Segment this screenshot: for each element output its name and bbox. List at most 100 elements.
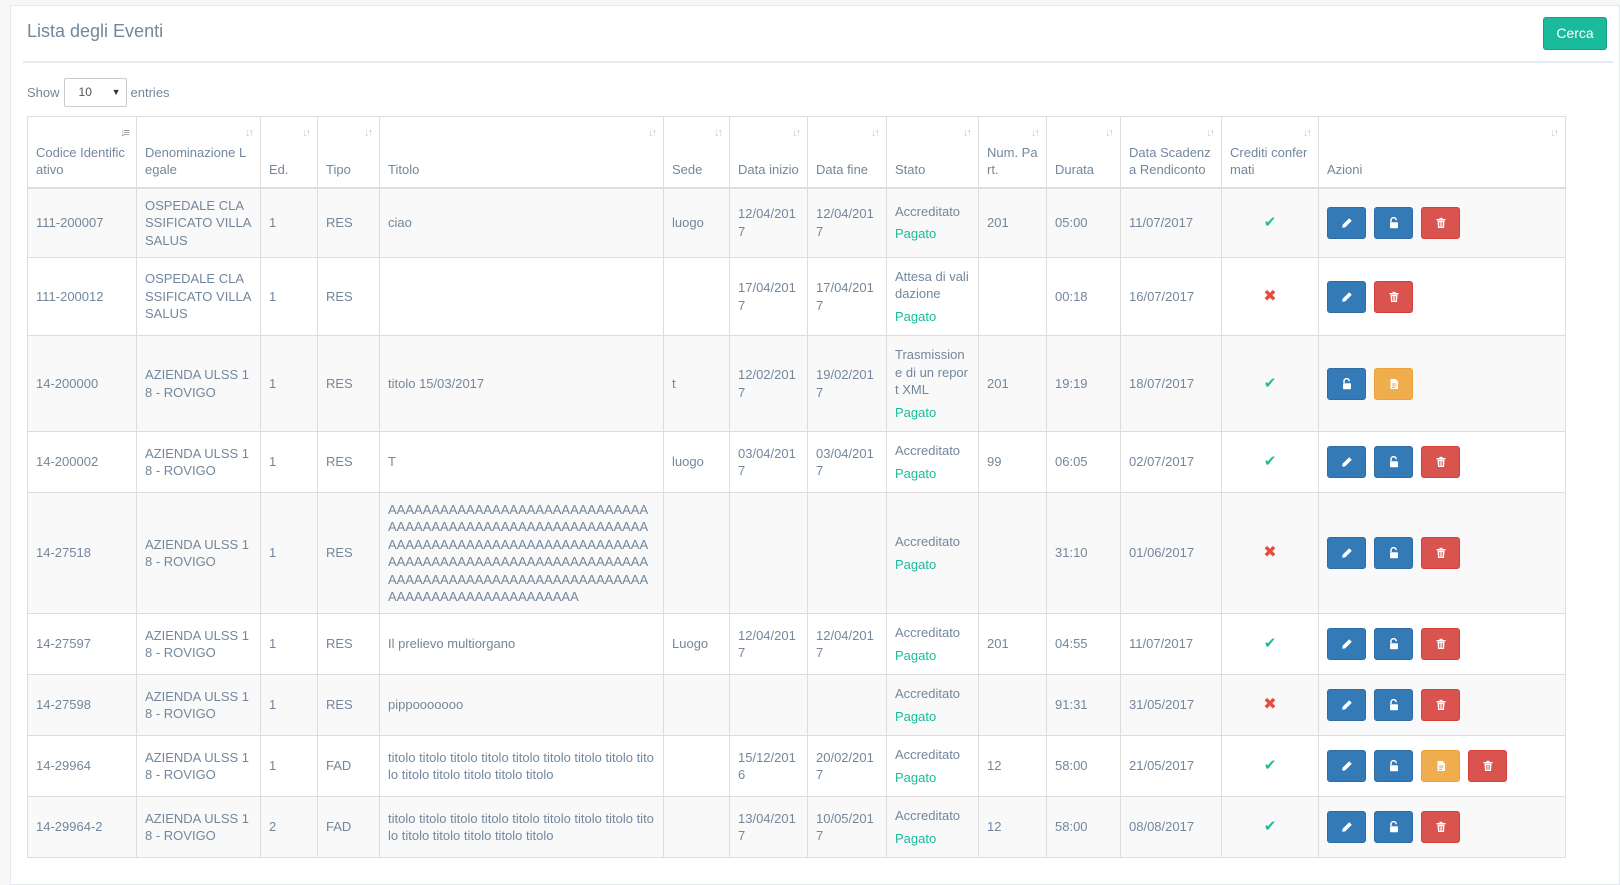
report-button[interactable] <box>1421 750 1460 782</box>
unlock-button[interactable] <box>1374 811 1413 843</box>
check-icon: ✔ <box>1263 635 1277 653</box>
cell-crediti: ✖ <box>1221 492 1319 614</box>
cell-edizione: 1 <box>260 735 318 797</box>
cell-stato: Accreditato Pagato <box>886 431 979 493</box>
cell-azioni <box>1318 257 1566 336</box>
unlock-icon <box>1388 216 1400 229</box>
unlock-icon <box>1388 821 1400 833</box>
delete-button[interactable] <box>1421 537 1460 569</box>
action-buttons <box>1327 811 1557 843</box>
cell-edizione: 1 <box>260 492 318 614</box>
check-icon: ✔ <box>1263 818 1277 836</box>
cell-stato: Attesa di validazione Pagato <box>886 257 979 336</box>
edit-button[interactable] <box>1327 750 1366 782</box>
edit-button[interactable] <box>1327 446 1366 478</box>
cell-sede <box>663 796 730 858</box>
cell-durata: 06:05 <box>1046 431 1121 493</box>
unlock-button[interactable] <box>1374 206 1413 239</box>
action-buttons <box>1327 206 1557 239</box>
column-header[interactable]: Azioni ↓↑ <box>1318 116 1566 189</box>
cell-stato: Accreditato Pagato <box>886 674 979 736</box>
table-row: 14-27518 AZIENDA ULSS 18 - ROVIGO 1 RES AAAA… <box>27 492 1566 614</box>
column-header[interactable]: Data inizio ↓↑ <box>729 116 808 189</box>
unlock-button[interactable] <box>1374 537 1413 569</box>
column-header[interactable]: Data Scadenza Rendiconto ↓↑ <box>1120 116 1222 189</box>
status-text: Accreditato <box>895 443 961 458</box>
unlock-button[interactable] <box>1374 750 1413 782</box>
cell-num-part <box>978 257 1047 336</box>
column-header-label: Crediti confermati <box>1230 144 1308 178</box>
search-button[interactable]: Cerca <box>1543 17 1607 50</box>
unlock-button[interactable] <box>1374 628 1413 660</box>
cell-data-fine: 19/02/2017 <box>807 335 887 432</box>
cell-num-part: 201 <box>978 335 1047 432</box>
entries-length-control: Show 10 ▼ entries <box>27 77 170 107</box>
column-header[interactable]: Data fine ↓↑ <box>807 116 887 189</box>
cross-icon: ✖ <box>1263 287 1277 305</box>
cell-crediti: ✖ <box>1221 257 1319 336</box>
delete-button[interactable] <box>1421 206 1460 239</box>
cell-codice: 14-27598 <box>27 674 137 736</box>
unlock-icon <box>1388 638 1400 650</box>
edit-button[interactable] <box>1327 206 1366 239</box>
cell-tipo: RES <box>317 335 380 432</box>
cell-crediti: ✔ <box>1221 335 1319 432</box>
cell-edizione: 1 <box>260 335 318 432</box>
edit-button[interactable] <box>1327 689 1366 721</box>
delete-button[interactable] <box>1421 628 1460 660</box>
column-header[interactable]: Durata ↓↑ <box>1046 116 1121 189</box>
pencil-icon <box>1341 547 1353 559</box>
payment-status: Pagato <box>895 226 937 242</box>
unlock-button[interactable] <box>1374 446 1413 478</box>
column-header[interactable]: Num. Part. ↓↑ <box>978 116 1047 189</box>
status-text: Attesa di validazione <box>895 268 969 302</box>
delete-button[interactable] <box>1468 750 1507 782</box>
edit-button[interactable] <box>1327 811 1366 843</box>
pencil-icon <box>1341 291 1353 303</box>
cross-icon: ✖ <box>1263 696 1277 714</box>
cell-tipo: RES <box>317 187 380 258</box>
delete-button[interactable] <box>1421 446 1460 478</box>
cell-tipo: RES <box>317 257 380 336</box>
delete-button[interactable] <box>1421 811 1460 843</box>
action-buttons <box>1327 446 1557 478</box>
table-row: 14-200000 AZIENDA ULSS 18 - ROVIGO 1 RES tit… <box>27 335 1566 432</box>
column-header[interactable]: Stato ↓↑ <box>886 116 979 189</box>
cell-codice: 14-200002 <box>27 431 137 493</box>
action-buttons <box>1327 750 1557 782</box>
cell-data-scadenza: 02/07/2017 <box>1120 431 1222 493</box>
column-header[interactable]: Tipo ↓↑ <box>317 116 380 189</box>
pencil-icon <box>1341 456 1353 468</box>
cell-crediti: ✔ <box>1221 187 1319 258</box>
cell-edizione: 2 <box>260 796 318 858</box>
edit-button[interactable] <box>1327 537 1366 569</box>
entries-select[interactable]: 10 ▼ <box>63 77 127 107</box>
delete-button[interactable] <box>1374 280 1413 313</box>
unlock-button[interactable] <box>1327 367 1366 400</box>
unlock-icon <box>1388 760 1400 772</box>
column-header[interactable]: Codice Identificativo ↓≡ <box>27 116 137 189</box>
delete-button[interactable] <box>1421 689 1460 721</box>
column-header[interactable]: Sede ↓↑ <box>663 116 730 189</box>
cell-titolo: AAAAAAAAAAAAAAAAAAAAAAAAAAAAAAAAAAAAAAAA… <box>379 492 664 614</box>
payment-status: Pagato <box>895 308 937 324</box>
column-header[interactable]: Denominazione Legale ↓↑ <box>136 116 261 189</box>
cell-tipo: RES <box>317 431 380 493</box>
column-header[interactable]: Titolo ↓↑ <box>379 116 664 189</box>
status-text: Accreditato <box>895 203 961 219</box>
unlock-button[interactable] <box>1374 689 1413 721</box>
status-text: Accreditato <box>895 686 961 701</box>
cell-sede: luogo <box>663 187 730 258</box>
cell-data-fine: 10/05/2017 <box>807 796 887 858</box>
column-header-label: Durata <box>1055 162 1095 177</box>
column-header[interactable]: Crediti confermati ↓↑ <box>1221 116 1319 189</box>
cell-tipo: RES <box>317 613 380 675</box>
column-header[interactable]: Ed. ↓↑ <box>260 116 318 189</box>
edit-button[interactable] <box>1327 628 1366 660</box>
cell-data-scadenza: 11/07/2017 <box>1120 187 1222 258</box>
report-button[interactable] <box>1374 367 1413 400</box>
cell-data-scadenza: 21/05/2017 <box>1120 735 1222 797</box>
cell-stato: Accreditato Pagato <box>886 492 979 614</box>
edit-button[interactable] <box>1327 280 1366 313</box>
column-header-label: Data fine <box>816 162 869 177</box>
